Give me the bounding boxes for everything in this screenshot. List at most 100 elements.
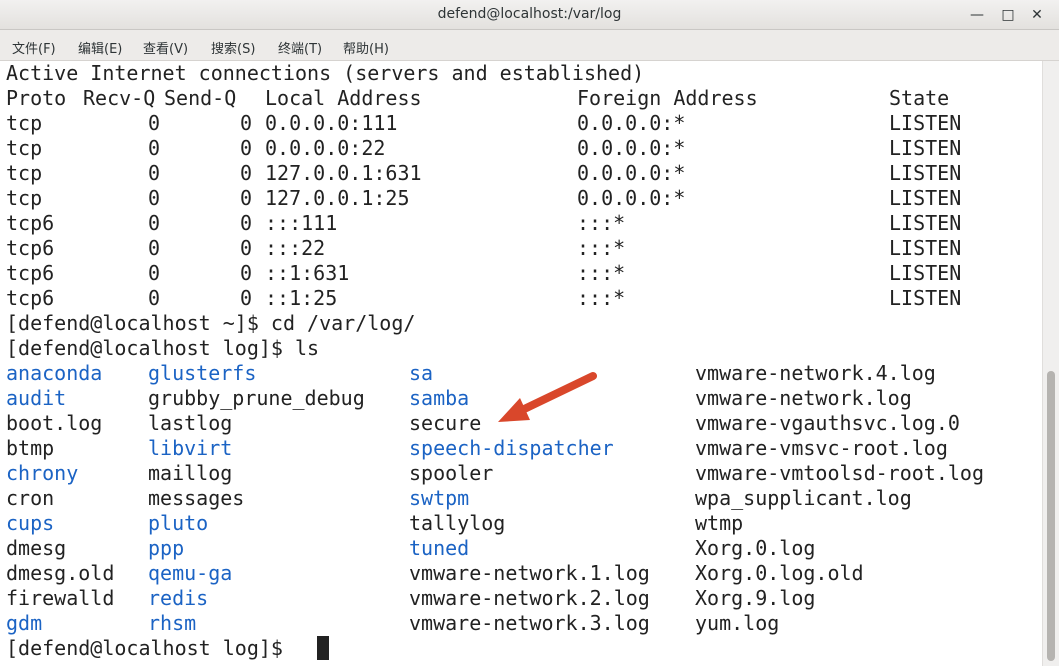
menu-search[interactable]: 搜索(S): [211, 38, 255, 57]
file-entry: vmware-network.2.log: [409, 586, 650, 610]
scrollbar-thumb[interactable]: [1047, 371, 1055, 661]
netstat-header: Active Internet connections (servers and…: [6, 61, 1036, 86]
ls-row: boot.log lastlog secure vmware-vgauthsvc.lo…: [6, 411, 1036, 436]
file-entry: firewalld: [6, 586, 115, 610]
ls-row: cron messages swtpm wpa_supplicant.log: [6, 486, 1036, 511]
directory-entry: qemu-ga: [148, 561, 233, 585]
file-entry: vmware-network.3.log: [409, 611, 650, 635]
ls-row: btmp libvirt speech-dispatcher vmware-vmsvc…: [6, 436, 1036, 461]
ls-row: audit grubby_prune_debug samba vmware-netwo…: [6, 386, 1036, 411]
menu-edit[interactable]: 编辑(E): [78, 38, 122, 57]
file-entry: maillog: [148, 461, 233, 485]
file-entry: vmware-network.4.log: [695, 361, 936, 385]
menu-view[interactable]: 查看(V): [143, 38, 188, 57]
cell-state: LISTEN: [889, 161, 962, 185]
cell-send-q: 0: [240, 161, 253, 185]
minimize-icon[interactable]: —: [966, 4, 988, 26]
file-entry: dmesg: [6, 536, 67, 560]
menu-terminal[interactable]: 终端(T): [278, 38, 322, 57]
file-entry: lastlog: [148, 411, 233, 435]
directory-entry: redis: [148, 586, 209, 610]
file-entry: vmware-vmtoolsd-root.log: [695, 461, 984, 485]
netstat-row: tcp 0 0 127.0.0.1:631 0.0.0.0:* LISTEN: [6, 161, 1036, 186]
cell-recv-q: 0: [148, 286, 161, 310]
cell-recv-q: 0: [148, 111, 161, 135]
directory-entry: sa: [409, 361, 434, 385]
cell-local-address: :::111: [265, 211, 338, 235]
title-bar: defend@localhost:/var/log — □ ✕: [0, 0, 1059, 30]
prompt-text: [defend@localhost log]$: [6, 636, 283, 660]
cell-foreign-address: 0.0.0.0:*: [577, 186, 686, 210]
scrollbar[interactable]: [1042, 61, 1059, 666]
column-send-q: Send-Q: [164, 86, 237, 110]
cell-proto: tcp6: [6, 261, 55, 285]
file-entry: grubby_prune_debug: [148, 386, 365, 410]
ls-row: gdm rhsm vmware-network.3.log yum.log: [6, 611, 1036, 636]
cell-recv-q: 0: [148, 136, 161, 160]
directory-entry: speech-dispatcher: [409, 436, 614, 460]
directory-entry: chrony: [6, 461, 79, 485]
directory-entry: swtpm: [409, 486, 470, 510]
cell-recv-q: 0: [148, 161, 161, 185]
cell-local-address: 0.0.0.0:22: [265, 136, 386, 160]
directory-entry: glusterfs: [148, 361, 257, 385]
cell-local-address: 127.0.0.1:25: [265, 186, 410, 210]
cell-foreign-address: :::*: [577, 261, 626, 285]
cell-state: LISTEN: [889, 186, 962, 210]
file-entry: vmware-network.log: [695, 386, 912, 410]
menu-file[interactable]: 文件(F): [12, 38, 56, 57]
cell-send-q: 0: [240, 136, 253, 160]
directory-entry: samba: [409, 386, 470, 410]
window-title: defend@localhost:/var/log: [437, 6, 622, 22]
file-entry: yum.log: [695, 611, 780, 635]
file-entry: secure: [409, 411, 482, 435]
directory-entry: rhsm: [148, 611, 197, 635]
command-text: [defend@localhost ~]$ cd /var/log/: [6, 311, 416, 335]
cell-proto: tcp6: [6, 286, 55, 310]
cell-proto: tcp: [6, 136, 43, 160]
column-proto: Proto: [6, 86, 67, 110]
ls-row: firewalld redis vmware-network.2.log Xorg.9…: [6, 586, 1036, 611]
cell-proto: tcp: [6, 186, 43, 210]
cell-state: LISTEN: [889, 261, 962, 285]
ls-row: cups pluto tallylog wtmp: [6, 511, 1036, 536]
ls-row: anaconda glusterfs sa vmware-network.4.log: [6, 361, 1036, 386]
menu-help[interactable]: 帮助(H): [343, 38, 389, 57]
ls-row: chrony maillog spooler vmware-vmtoolsd-root…: [6, 461, 1036, 486]
command-line: [defend@localhost log]$ ls: [6, 336, 1036, 361]
directory-entry: pluto: [148, 511, 209, 535]
file-entry: btmp: [6, 436, 55, 460]
column-local-address: Local Address: [265, 86, 422, 110]
cell-local-address: ::1:25: [265, 286, 338, 310]
ls-row: dmesg.old qemu-ga vmware-network.1.log Xorg…: [6, 561, 1036, 586]
cell-state: LISTEN: [889, 211, 962, 235]
cell-recv-q: 0: [148, 211, 161, 235]
directory-entry: cups: [6, 511, 55, 535]
netstat-column-header: Proto Recv-Q Send-Q Local Address Foreign Ad…: [6, 86, 1036, 111]
file-entry: wpa_supplicant.log: [695, 486, 912, 510]
column-recv-q: Recv-Q: [83, 86, 156, 110]
maximize-icon[interactable]: □: [997, 4, 1019, 26]
cell-recv-q: 0: [148, 236, 161, 260]
close-icon[interactable]: ✕: [1026, 4, 1048, 26]
cell-state: LISTEN: [889, 136, 962, 160]
directory-entry: audit: [6, 386, 67, 410]
netstat-row: tcp 0 0 127.0.0.1:25 0.0.0.0:* LISTEN: [6, 186, 1036, 211]
netstat-header-text: Active Internet connections (servers and…: [6, 61, 645, 85]
directory-entry: libvirt: [148, 436, 233, 460]
ls-row: dmesg ppp tuned Xorg.0.log: [6, 536, 1036, 561]
netstat-row: tcp6 0 0::1:25:::* LISTEN: [6, 286, 1036, 311]
directory-entry: anaconda: [6, 361, 103, 385]
cell-foreign-address: 0.0.0.0:*: [577, 136, 686, 160]
cell-foreign-address: 0.0.0.0:*: [577, 161, 686, 185]
cell-send-q: 0: [240, 286, 253, 310]
cell-proto: tcp6: [6, 236, 55, 260]
cell-proto: tcp6: [6, 211, 55, 235]
command-text: [defend@localhost log]$ ls: [6, 336, 320, 360]
directory-entry: ppp: [148, 536, 185, 560]
menu-bar: 文件(F) 编辑(E) 查看(V) 搜索(S) 终端(T) 帮助(H): [0, 30, 1059, 61]
cell-recv-q: 0: [148, 261, 161, 285]
netstat-row: tcp 0 0 0.0.0.0:111 0.0.0.0:* LISTEN: [6, 111, 1036, 136]
terminal-cursor: [317, 636, 329, 660]
cell-foreign-address: :::*: [577, 211, 626, 235]
